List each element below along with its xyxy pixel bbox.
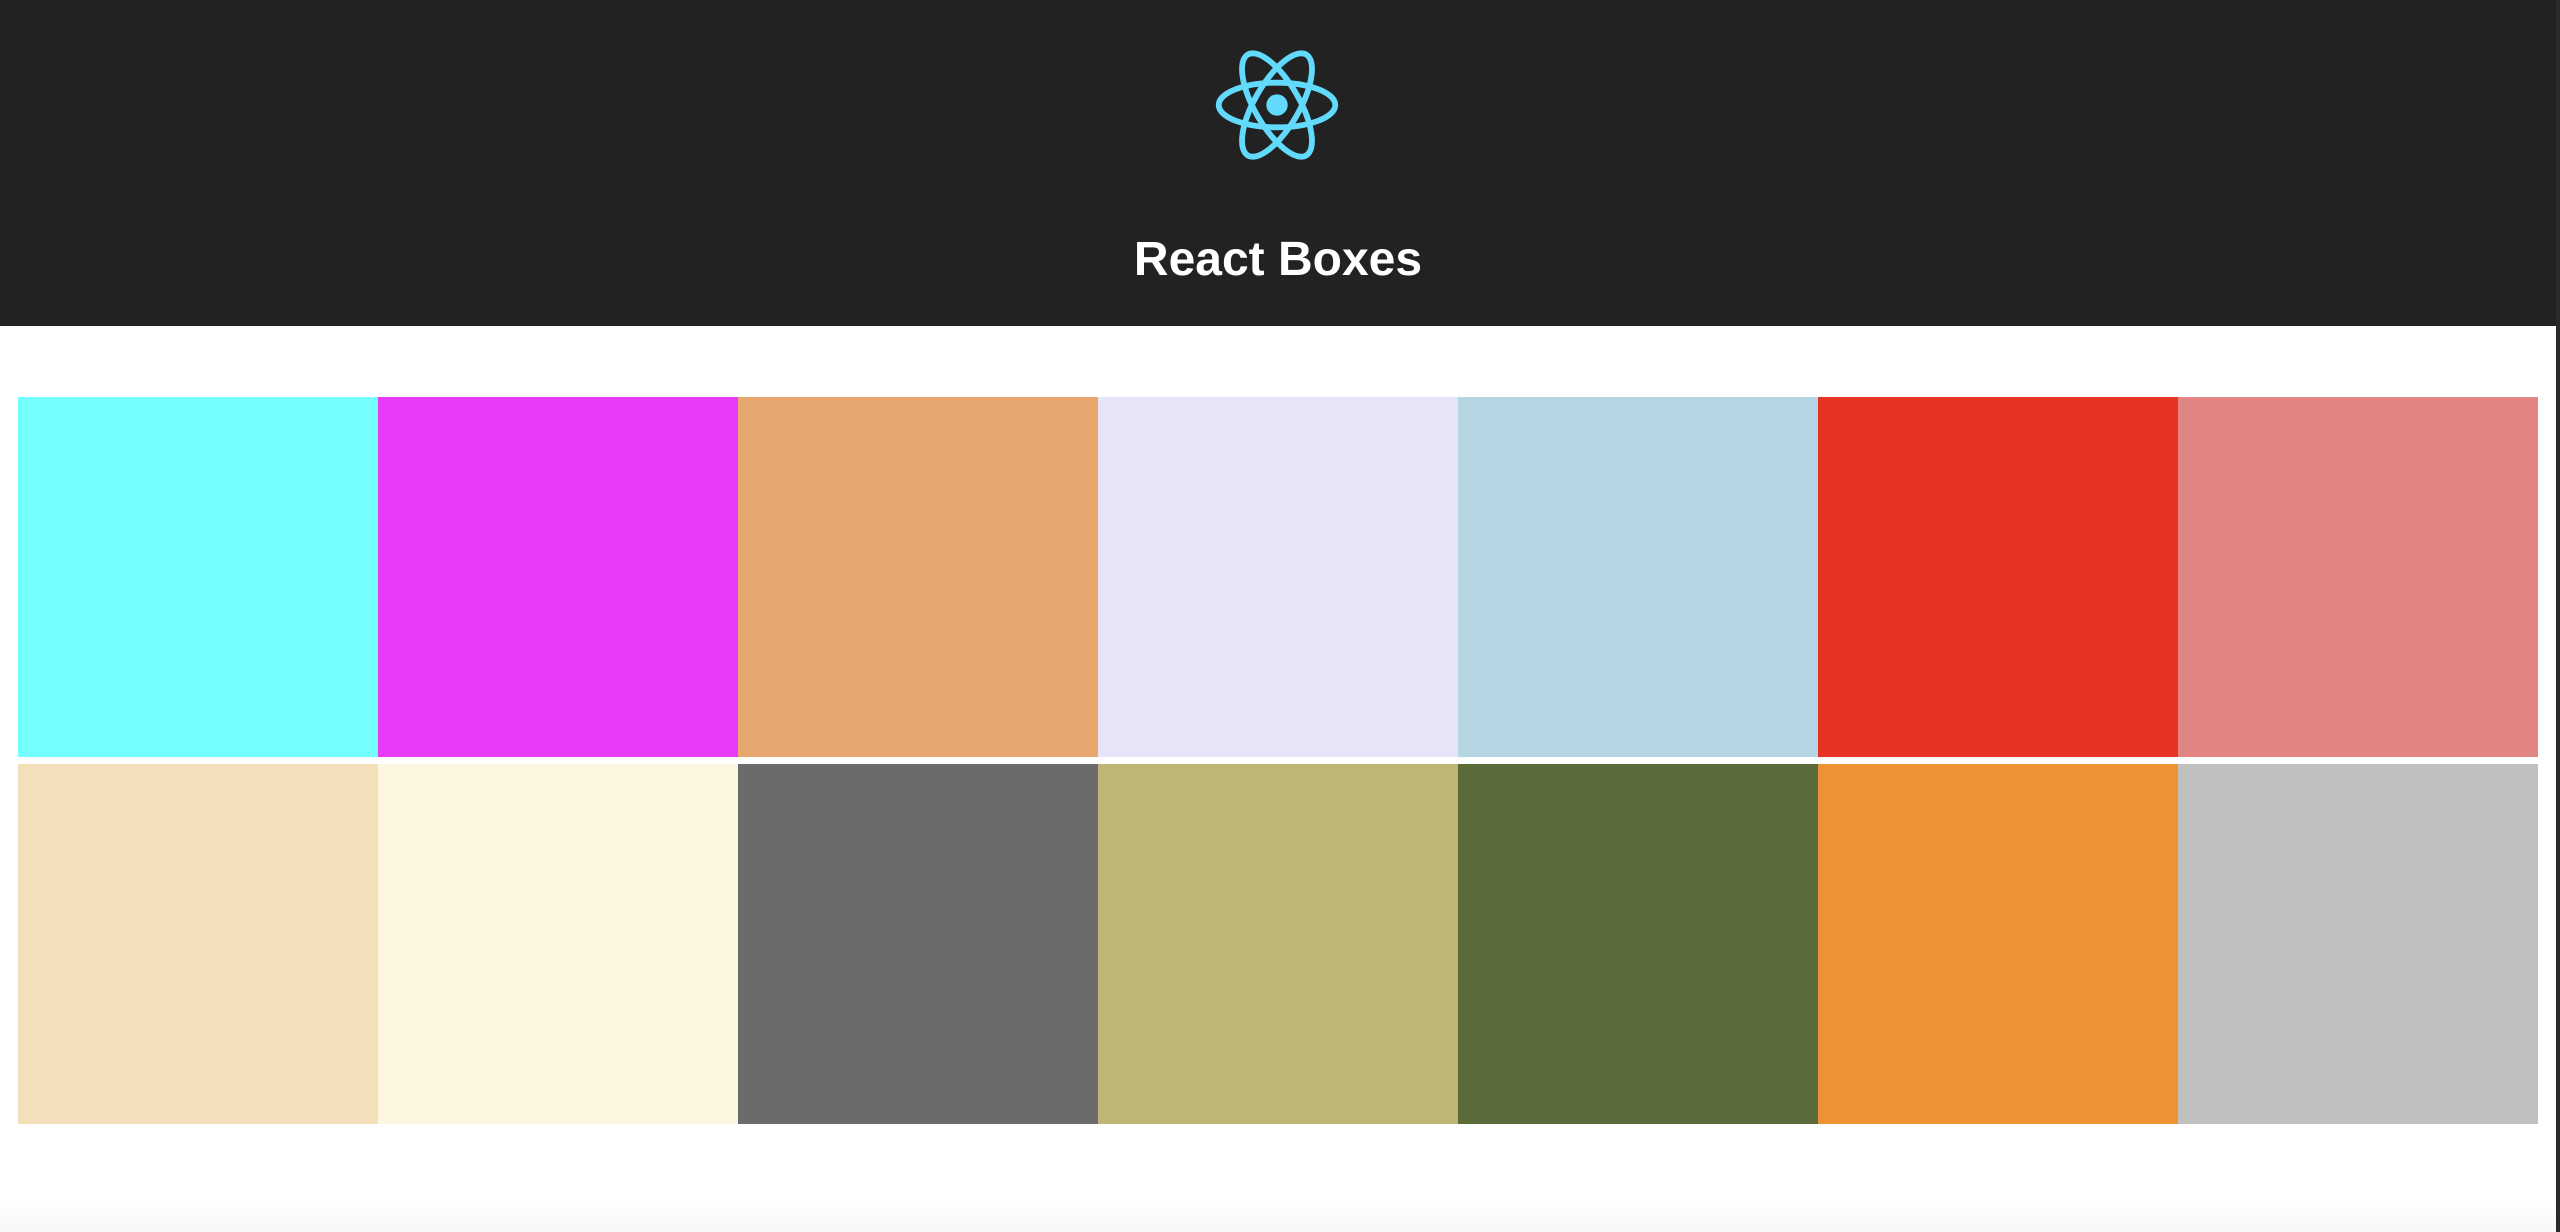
color-box[interactable] <box>1818 397 2178 757</box>
color-box[interactable] <box>2178 764 2538 1124</box>
color-box[interactable] <box>378 764 738 1124</box>
window-edge <box>2556 0 2560 1232</box>
box-grid <box>18 397 2538 1124</box>
color-box[interactable] <box>2178 397 2538 757</box>
color-box[interactable] <box>18 764 378 1124</box>
page-title: React Boxes <box>1133 233 1423 286</box>
color-box[interactable] <box>738 397 1098 757</box>
react-atom-logo-icon <box>1215 50 1339 160</box>
color-box[interactable] <box>1818 764 2178 1124</box>
box-row <box>18 397 2538 757</box>
color-box[interactable] <box>1458 764 1818 1124</box>
app-header: React Boxes <box>0 0 2556 326</box>
box-row <box>18 764 2538 1124</box>
app-root: React Boxes <box>0 0 2560 1232</box>
color-box[interactable] <box>18 397 378 757</box>
color-box[interactable] <box>1098 764 1458 1124</box>
color-box[interactable] <box>1458 397 1818 757</box>
color-box[interactable] <box>738 764 1098 1124</box>
page-bottom-shadow <box>0 1200 2556 1232</box>
color-box[interactable] <box>378 397 738 757</box>
color-box[interactable] <box>1098 397 1458 757</box>
